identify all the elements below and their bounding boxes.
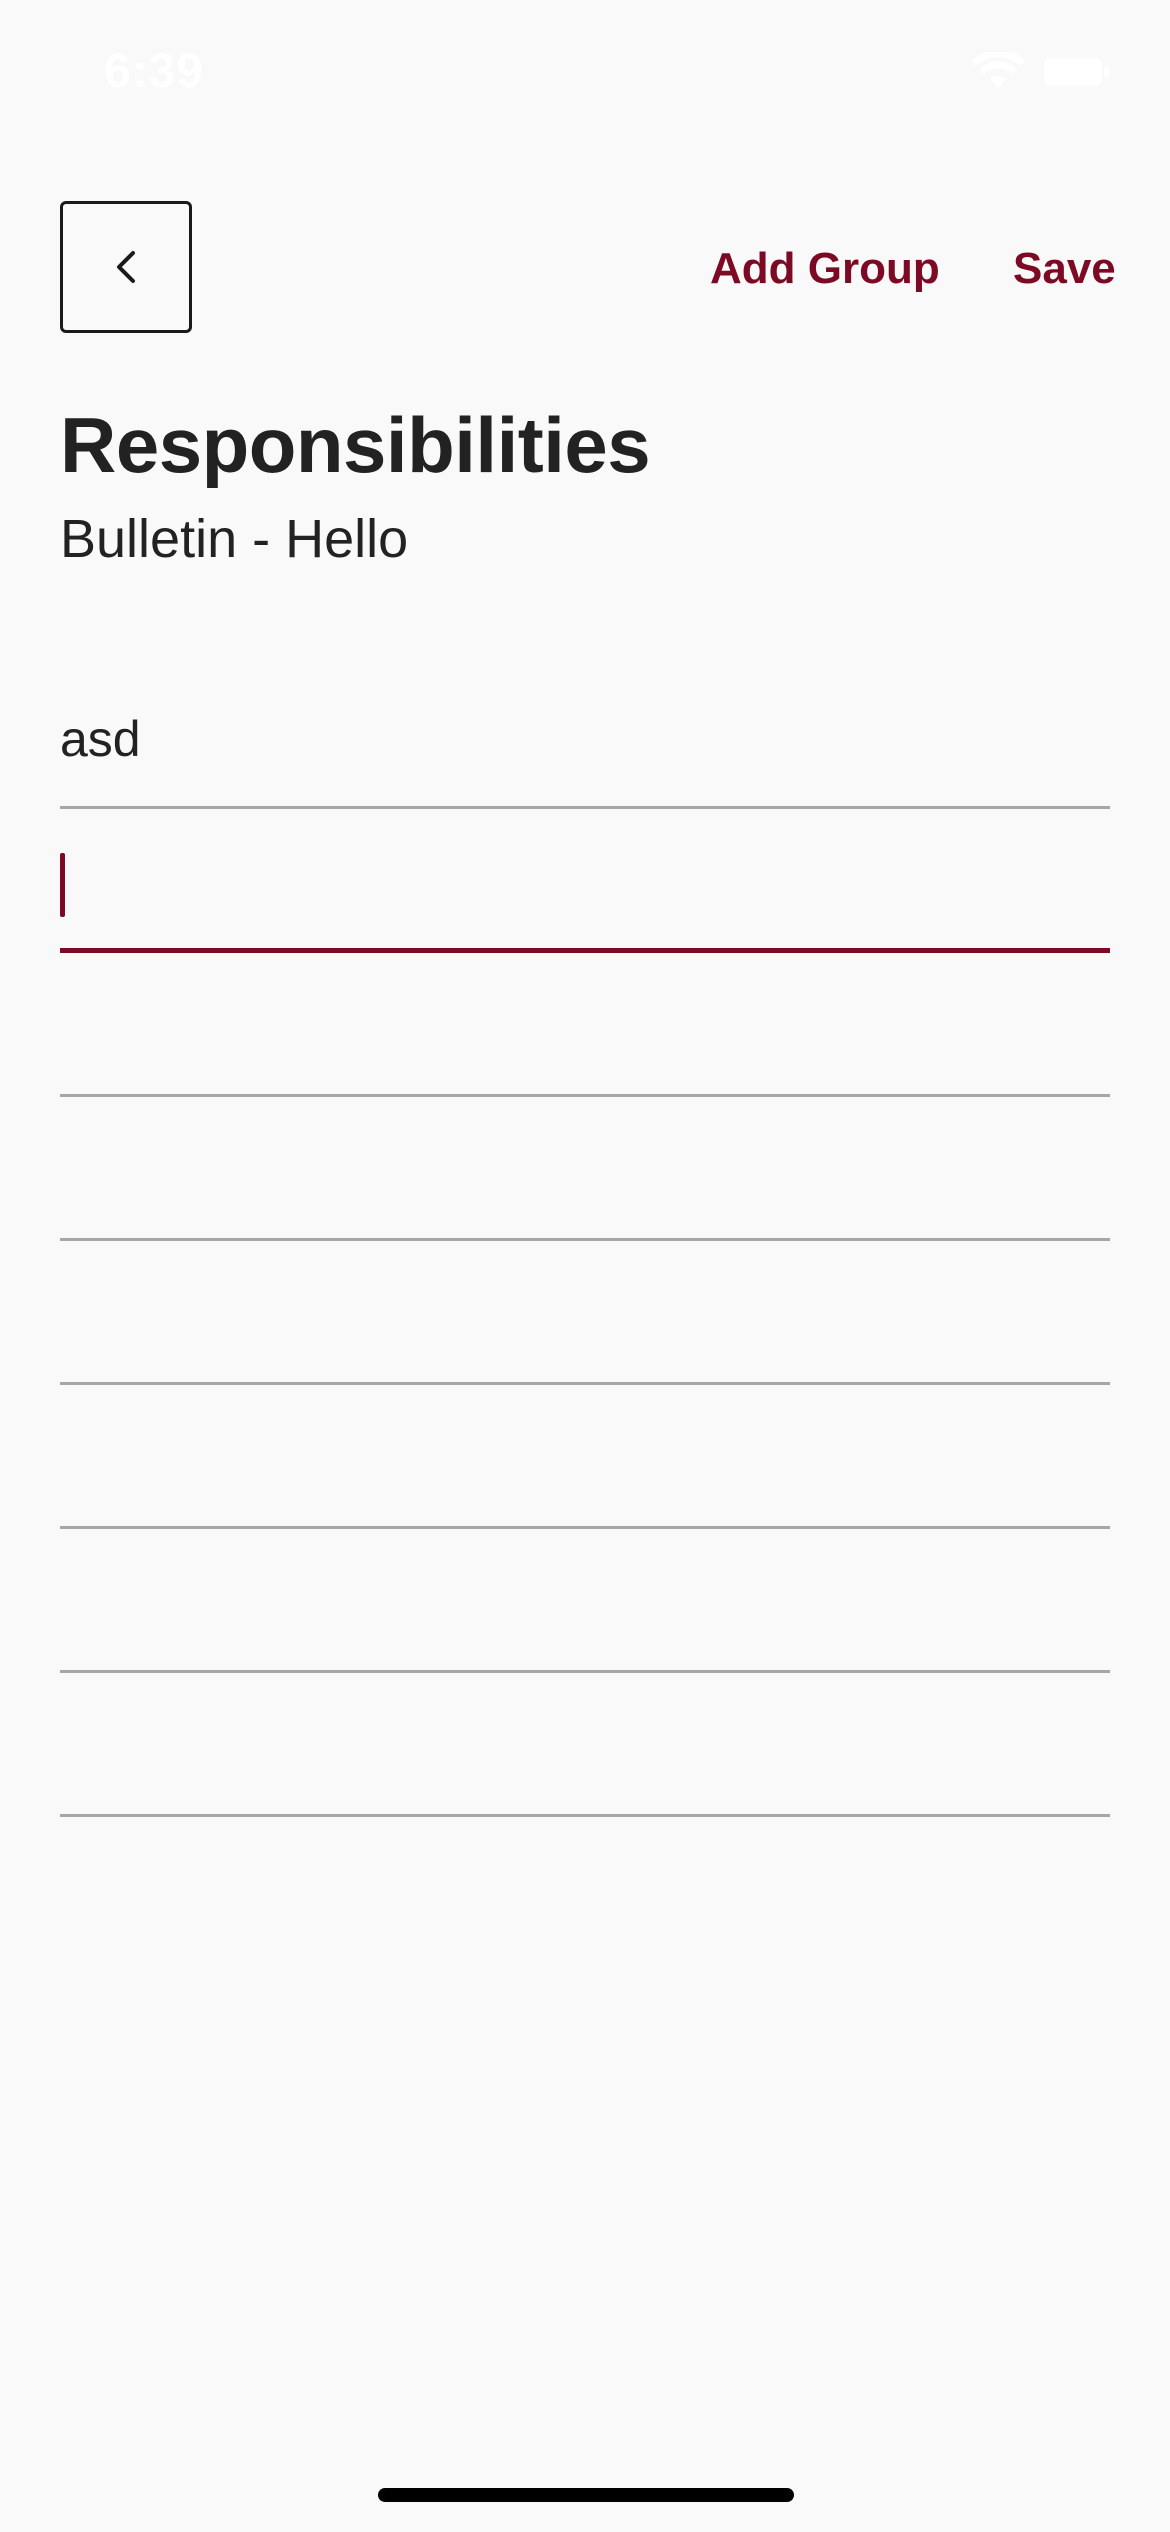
responsibility-input[interactable] xyxy=(60,991,1110,1063)
responsibility-row[interactable] xyxy=(60,665,1110,809)
responsibility-input[interactable] xyxy=(60,1279,1110,1351)
chevron-left-icon xyxy=(117,251,135,283)
responsibility-input[interactable] xyxy=(60,847,1110,919)
status-time: 6:39 xyxy=(104,45,205,98)
responsibility-row[interactable] xyxy=(60,1097,1110,1241)
page-subtitle: Bulletin - Hello xyxy=(60,509,409,569)
responsibility-input[interactable] xyxy=(60,1423,1110,1495)
add-group-button[interactable]: Add Group xyxy=(710,244,940,294)
responsibility-input[interactable] xyxy=(60,1711,1110,1783)
text-cursor xyxy=(60,853,65,917)
responsibility-list xyxy=(60,665,1110,1817)
save-button[interactable]: Save xyxy=(1013,244,1116,294)
responsibility-input[interactable] xyxy=(60,1135,1110,1207)
page-title: Responsibilities xyxy=(60,401,651,489)
wifi-icon xyxy=(971,52,1025,88)
back-button[interactable] xyxy=(60,201,192,333)
home-indicator[interactable] xyxy=(378,2488,794,2502)
status-bar: 6:39 xyxy=(0,0,1170,140)
responsibility-input[interactable] xyxy=(60,703,1110,775)
responsibility-row[interactable] xyxy=(60,809,1110,953)
responsibility-row[interactable] xyxy=(60,1529,1110,1673)
responsibility-row[interactable] xyxy=(60,1673,1110,1817)
responsibility-row[interactable] xyxy=(60,1385,1110,1529)
responsibility-input[interactable] xyxy=(60,1567,1110,1639)
responsibility-row[interactable] xyxy=(60,1241,1110,1385)
battery-icon xyxy=(1044,58,1109,86)
responsibility-row[interactable] xyxy=(60,953,1110,1097)
